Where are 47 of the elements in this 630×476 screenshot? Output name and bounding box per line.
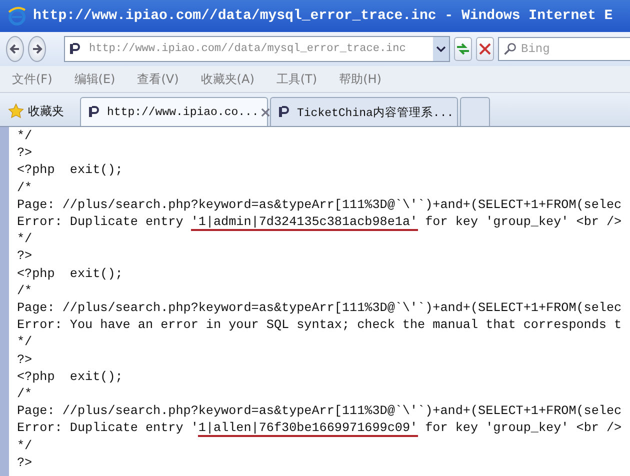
site-icon — [88, 106, 100, 118]
code-line: Page: //plus/search.php?keyword=as&typeArr[111%3D@`\'`)+and+(SELECT+1+FROM(selec — [17, 300, 622, 318]
code-line: /* — [17, 180, 32, 197]
dropdown-button[interactable] — [433, 37, 449, 61]
code-line: */ — [17, 128, 32, 145]
menu-item[interactable]: 帮助(H) — [339, 70, 382, 88]
code-line: Error: Duplicate entry '1|admin|7d324135c381acb98e1a' for key 'group_key' <br /> — [17, 214, 622, 232]
menu-item[interactable]: 查看(V) — [137, 70, 179, 88]
code-line: <?php exit(); — [17, 266, 123, 283]
code-line: Error: Duplicate entry '1|allen|76f30be1669971699c09' for key 'group_key' <br /> — [17, 420, 622, 438]
caret-icon — [436, 46, 446, 52]
close-icon — [477, 41, 493, 57]
code-line: Page: //plus/search.php?keyword=as&typeArr[111%3D@`\'`)+and+(SELECT+1+FROM(selec — [17, 196, 622, 214]
code-line: <?php exit(); — [17, 162, 123, 180]
window-title: http://www.ipiao.com//data/mysql_error_trace.inc - Windows Internet E — [33, 8, 613, 24]
code-line: */ — [17, 231, 32, 248]
menu-item[interactable]: 工具(T) — [276, 70, 318, 88]
stop-button[interactable] — [476, 37, 494, 61]
code-line: /* — [17, 282, 32, 300]
site-icon — [278, 106, 290, 118]
code-line: ?> — [17, 145, 32, 162]
back-button[interactable] — [6, 36, 24, 62]
site-icon — [69, 43, 81, 55]
close-icon[interactable] — [260, 108, 270, 116]
search-field[interactable]: Bing — [498, 37, 630, 61]
code-line: Error: You have an error in your SQL syntax; check the manual that corresponds t — [17, 317, 622, 334]
refresh-button[interactable] — [454, 37, 472, 61]
browser-tab[interactable]: http://www.ipiao.co... — [80, 97, 268, 126]
menu-item[interactable]: 收藏夹(A) — [200, 70, 254, 88]
code-line: ?> — [17, 352, 32, 369]
code-line: ?> — [17, 454, 32, 472]
code-line: <?php exit(); — [17, 368, 123, 386]
address-field[interactable]: http://www.ipiao.com//data/mysql_error_trace.inc — [64, 36, 450, 62]
menu-item[interactable]: 编辑(E) — [74, 70, 116, 88]
menu-item[interactable]: 文件(F) — [12, 70, 52, 88]
code-line: ?> — [17, 248, 32, 266]
refresh-icon — [455, 41, 471, 57]
code-line: */ — [17, 334, 32, 352]
star-icon — [8, 103, 24, 119]
code-line: Page: //plus/search.php?keyword=as&typeArr[111%3D@`\'`)+and+(SELECT+1+FROM(selec — [17, 403, 622, 420]
favorites-button[interactable]: 收藏夹 — [6, 96, 72, 126]
code-line: */ — [17, 438, 32, 455]
browser-tab[interactable]: TicketChina内容管理系... — [270, 97, 458, 126]
search-icon[interactable] — [503, 42, 517, 56]
forward-button[interactable] — [28, 36, 46, 62]
browser-logo-icon — [7, 6, 27, 26]
code-line: /* — [17, 386, 32, 404]
